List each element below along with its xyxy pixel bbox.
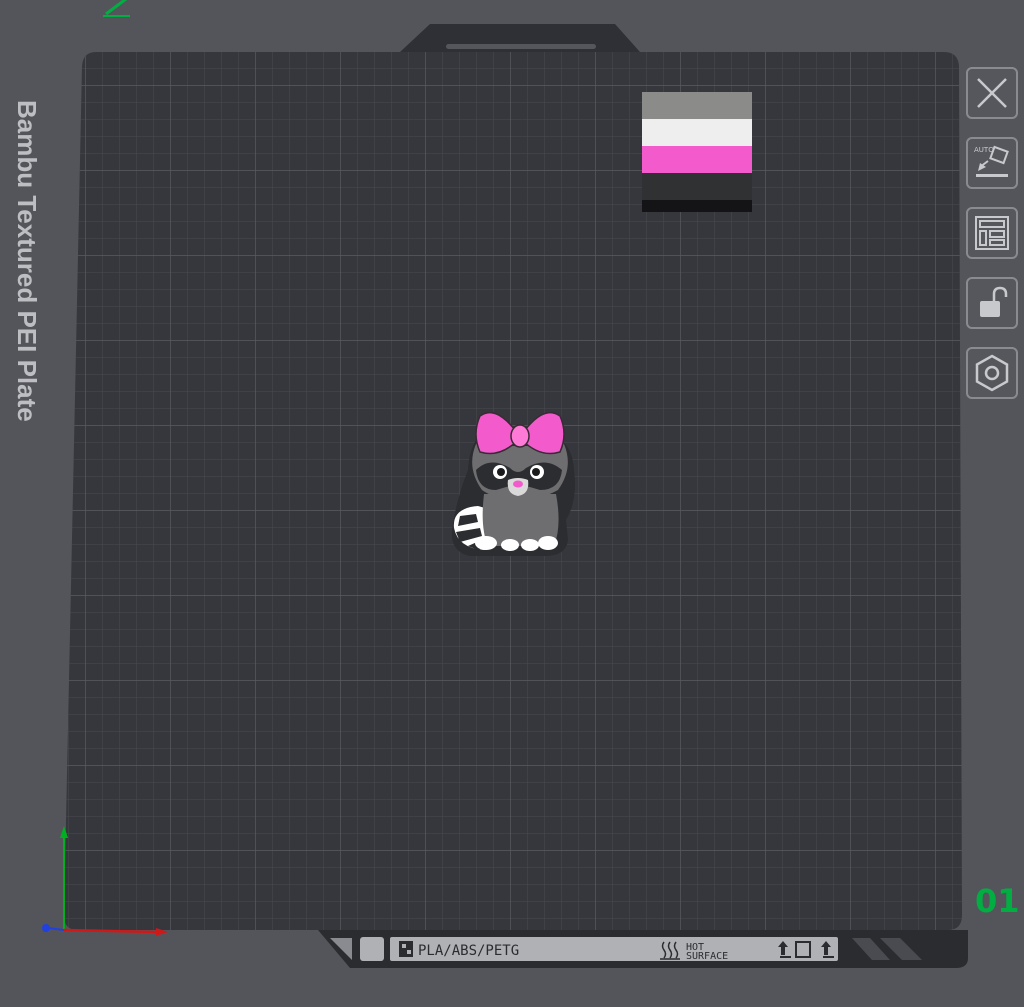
lock-button[interactable] xyxy=(966,277,1018,329)
close-icon xyxy=(977,78,1007,108)
plate-settings-icon xyxy=(975,354,1009,392)
surface-label: SURFACE xyxy=(686,951,728,962)
plate-settings-button[interactable] xyxy=(966,347,1018,399)
filament-types-label: PLA/ABS/PETG xyxy=(418,943,519,959)
auto-badge: AUTO xyxy=(974,146,994,154)
plate-number[interactable]: 01 xyxy=(975,882,1020,920)
build-plate-viewport[interactable]: PLA/ABS/PETG HOT SURFACE xyxy=(0,0,1024,1007)
plate-name-label: Bambu Textured PEI Plate xyxy=(12,100,42,422)
plate-label-bar: PLA/ABS/PETG HOT SURFACE xyxy=(330,937,922,962)
plate-type-icon xyxy=(399,941,413,957)
arrange-button[interactable] xyxy=(966,207,1018,259)
plate-name-label-container: Bambu Textured PEI Plate xyxy=(6,96,46,496)
lock-icon xyxy=(980,286,1008,317)
auto-orient-icon: AUTO xyxy=(974,145,1009,177)
arrange-icon xyxy=(975,216,1009,250)
auto-orient-button[interactable]: AUTO xyxy=(966,137,1018,189)
color-cube-object[interactable] xyxy=(642,92,752,212)
close-button[interactable] xyxy=(966,67,1018,119)
